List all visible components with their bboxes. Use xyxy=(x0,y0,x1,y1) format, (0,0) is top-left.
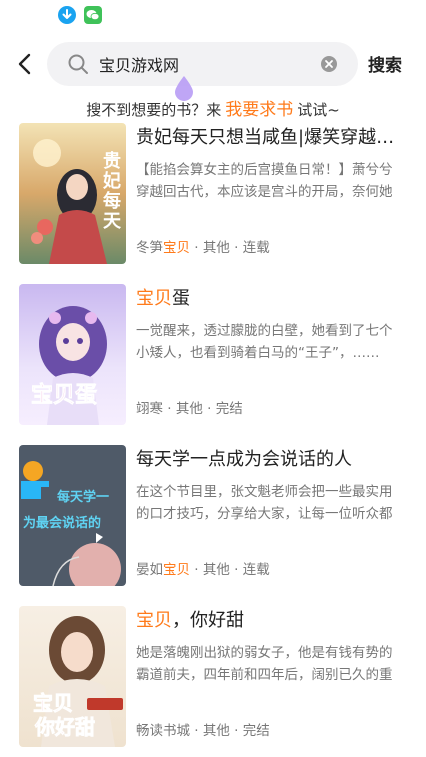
book-title: 每天学一点成为会说话的人 xyxy=(136,449,352,470)
cover-title-vertical: 贵妃每天 xyxy=(103,151,122,232)
list-item[interactable]: 贵妃每天 贵妃每天只想当咸鱼|爆笑穿越宫斗 【能掐会算女主的后宫摸鱼日常！】萧兮… xyxy=(0,121,426,282)
book-category: 其他 xyxy=(202,562,230,578)
book-author-highlight: 宝贝 xyxy=(163,240,190,256)
search-button[interactable]: 搜索 xyxy=(368,51,402,76)
search-input[interactable] xyxy=(99,52,309,76)
book-category: 其他 xyxy=(175,401,203,417)
book-cover: 贵妃每天 xyxy=(19,123,126,264)
book-cover: 每天学一 为最会说话的 xyxy=(19,445,126,586)
book-author-highlight: 宝贝 xyxy=(163,562,190,578)
book-title-highlight: 宝贝 xyxy=(136,610,172,631)
wechat-icon xyxy=(84,6,102,24)
search-box[interactable] xyxy=(47,42,358,86)
book-title: 宝贝蛋 xyxy=(136,288,190,309)
book-meta: 畅读书城 · 其他 · 完结 xyxy=(136,723,270,739)
book-category: 其他 xyxy=(202,240,230,256)
book-cover: 宝贝蛋 xyxy=(19,284,126,425)
book-description: 在这个节目里，张文魁老师会把一些最实用的口才技巧，分享给大家，让每一位听众都能成… xyxy=(136,484,393,522)
book-status: 连载 xyxy=(242,562,270,578)
book-author: 畅读书城 xyxy=(136,723,190,739)
cover-title-line2: 为最会说话的 xyxy=(23,515,101,531)
cover-title-line2: 你好甜 xyxy=(34,715,95,739)
request-book-link[interactable]: 我要求书 xyxy=(221,100,297,120)
book-description: 一觉醒来，透过朦胧的白壁，她看到了七个小矮人，也看到骑着白马的“王子”，…… xyxy=(136,323,393,361)
book-title: 宝贝，你好甜 xyxy=(136,610,244,631)
book-status: 完结 xyxy=(242,723,270,739)
download-icon xyxy=(58,6,76,24)
book-status: 连载 xyxy=(242,240,270,256)
book-meta: 冬笋宝贝 · 其他 · 连载 xyxy=(136,240,270,256)
list-item[interactable]: 每天学一 为最会说话的 每天学一点成为会说话的人 在这个节目里，张文魁老师会把一… xyxy=(0,443,426,604)
result-list: 贵妃每天 贵妃每天只想当咸鱼|爆笑穿越宫斗 【能掐会算女主的后宫摸鱼日常！】萧兮… xyxy=(0,121,426,757)
cover-title-line1: 每天学一 xyxy=(57,489,109,505)
book-title-highlight: 宝贝 xyxy=(136,288,172,309)
book-meta: 翊寒 · 其他 · 完结 xyxy=(136,401,243,417)
list-item[interactable]: 宝贝蛋 宝贝蛋 一觉醒来，透过朦胧的白壁，她看到了七个小矮人，也看到骑着白马的“… xyxy=(0,282,426,443)
search-results-page: 搜索 搜不到想要的书？来我要求书试试~ xyxy=(0,0,426,757)
status-bar xyxy=(0,0,426,30)
book-meta: 晏如宝贝 · 其他 · 连载 xyxy=(136,562,270,578)
request-book-hint: 搜不到想要的书？来 我要求书 试试~ xyxy=(0,95,426,120)
list-item[interactable]: 宝贝 你好甜 宝贝，你好甜 她是落魄刚出狱的弱女子，他是有钱有势的霸道前夫，四年… xyxy=(0,604,426,757)
back-button[interactable] xyxy=(12,50,40,78)
cover-title: 宝贝蛋 xyxy=(31,382,97,408)
clear-icon[interactable] xyxy=(320,55,338,73)
book-title: 贵妃每天只想当咸鱼|爆笑穿越宫斗 xyxy=(136,127,406,148)
book-author: 翊寒 xyxy=(136,401,163,417)
hint-suffix: 试试~ xyxy=(297,101,340,119)
search-icon xyxy=(67,53,89,75)
book-description: 【能掐会算女主的后宫摸鱼日常！】萧兮兮穿越回古代，本应该是宫斗的开局，奈何她只想… xyxy=(136,162,393,200)
book-cover: 宝贝 你好甜 xyxy=(19,606,126,747)
hint-prefix: 搜不到想要的书？来 xyxy=(86,101,222,119)
search-header: 搜索 xyxy=(0,42,426,86)
book-category: 其他 xyxy=(202,723,230,739)
book-status: 完结 xyxy=(215,401,243,417)
cover-title-line1: 宝贝 xyxy=(33,691,73,715)
book-author: 冬笋 xyxy=(136,240,163,256)
chevron-left-icon xyxy=(18,53,31,75)
book-description: 她是落魄刚出狱的弱女子，他是有钱有势的霸道前夫，四年前和四年后，阔别已久的重逢…… xyxy=(136,645,393,683)
book-author: 晏如 xyxy=(136,562,163,578)
